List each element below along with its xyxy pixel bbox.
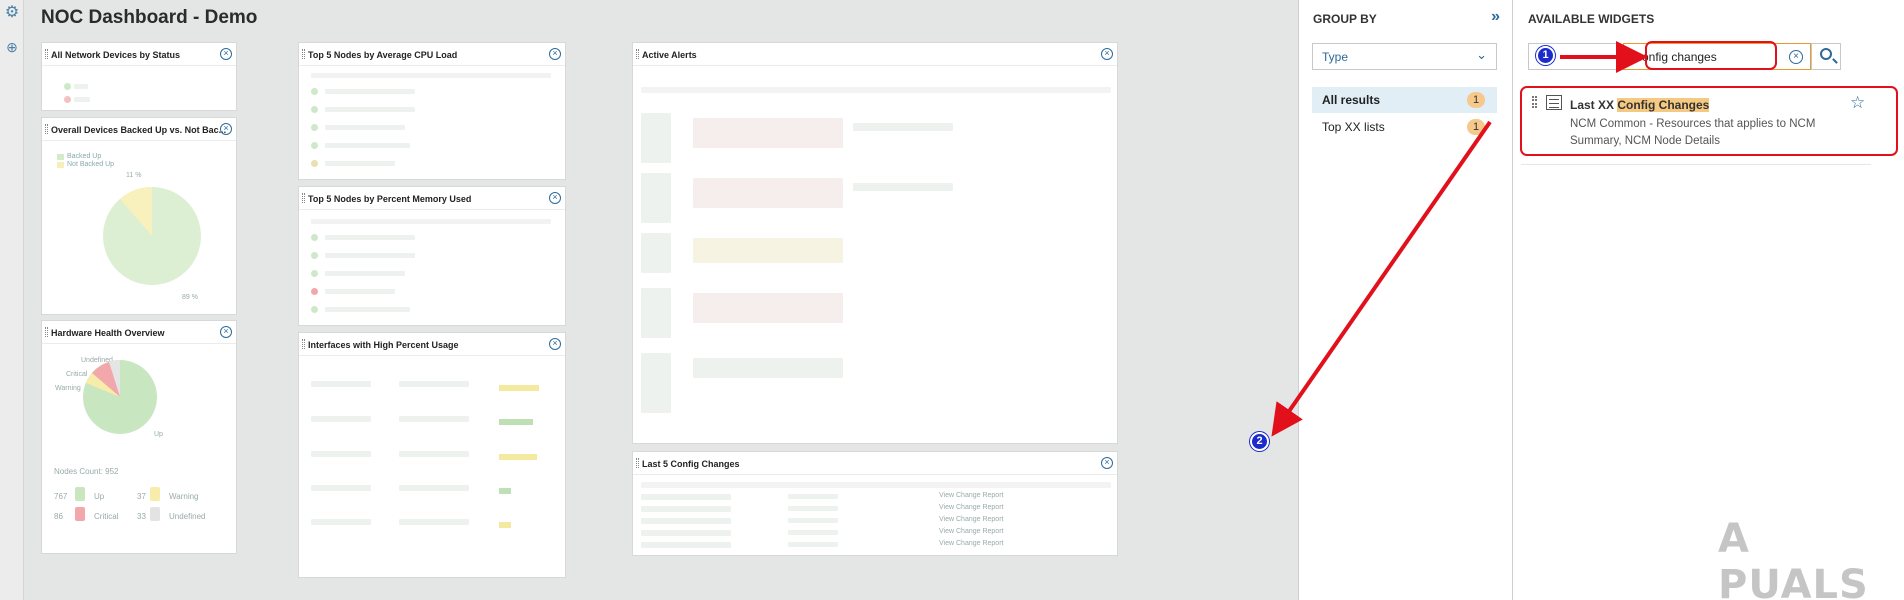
step-badge-2: 2 — [1250, 432, 1269, 451]
step-badge-1: 1 — [1536, 46, 1555, 65]
arrow-2 — [1271, 120, 1492, 437]
watermark-logo: A PUALS — [1718, 516, 1869, 600]
annotation-arrows — [1271, 41, 1648, 437]
